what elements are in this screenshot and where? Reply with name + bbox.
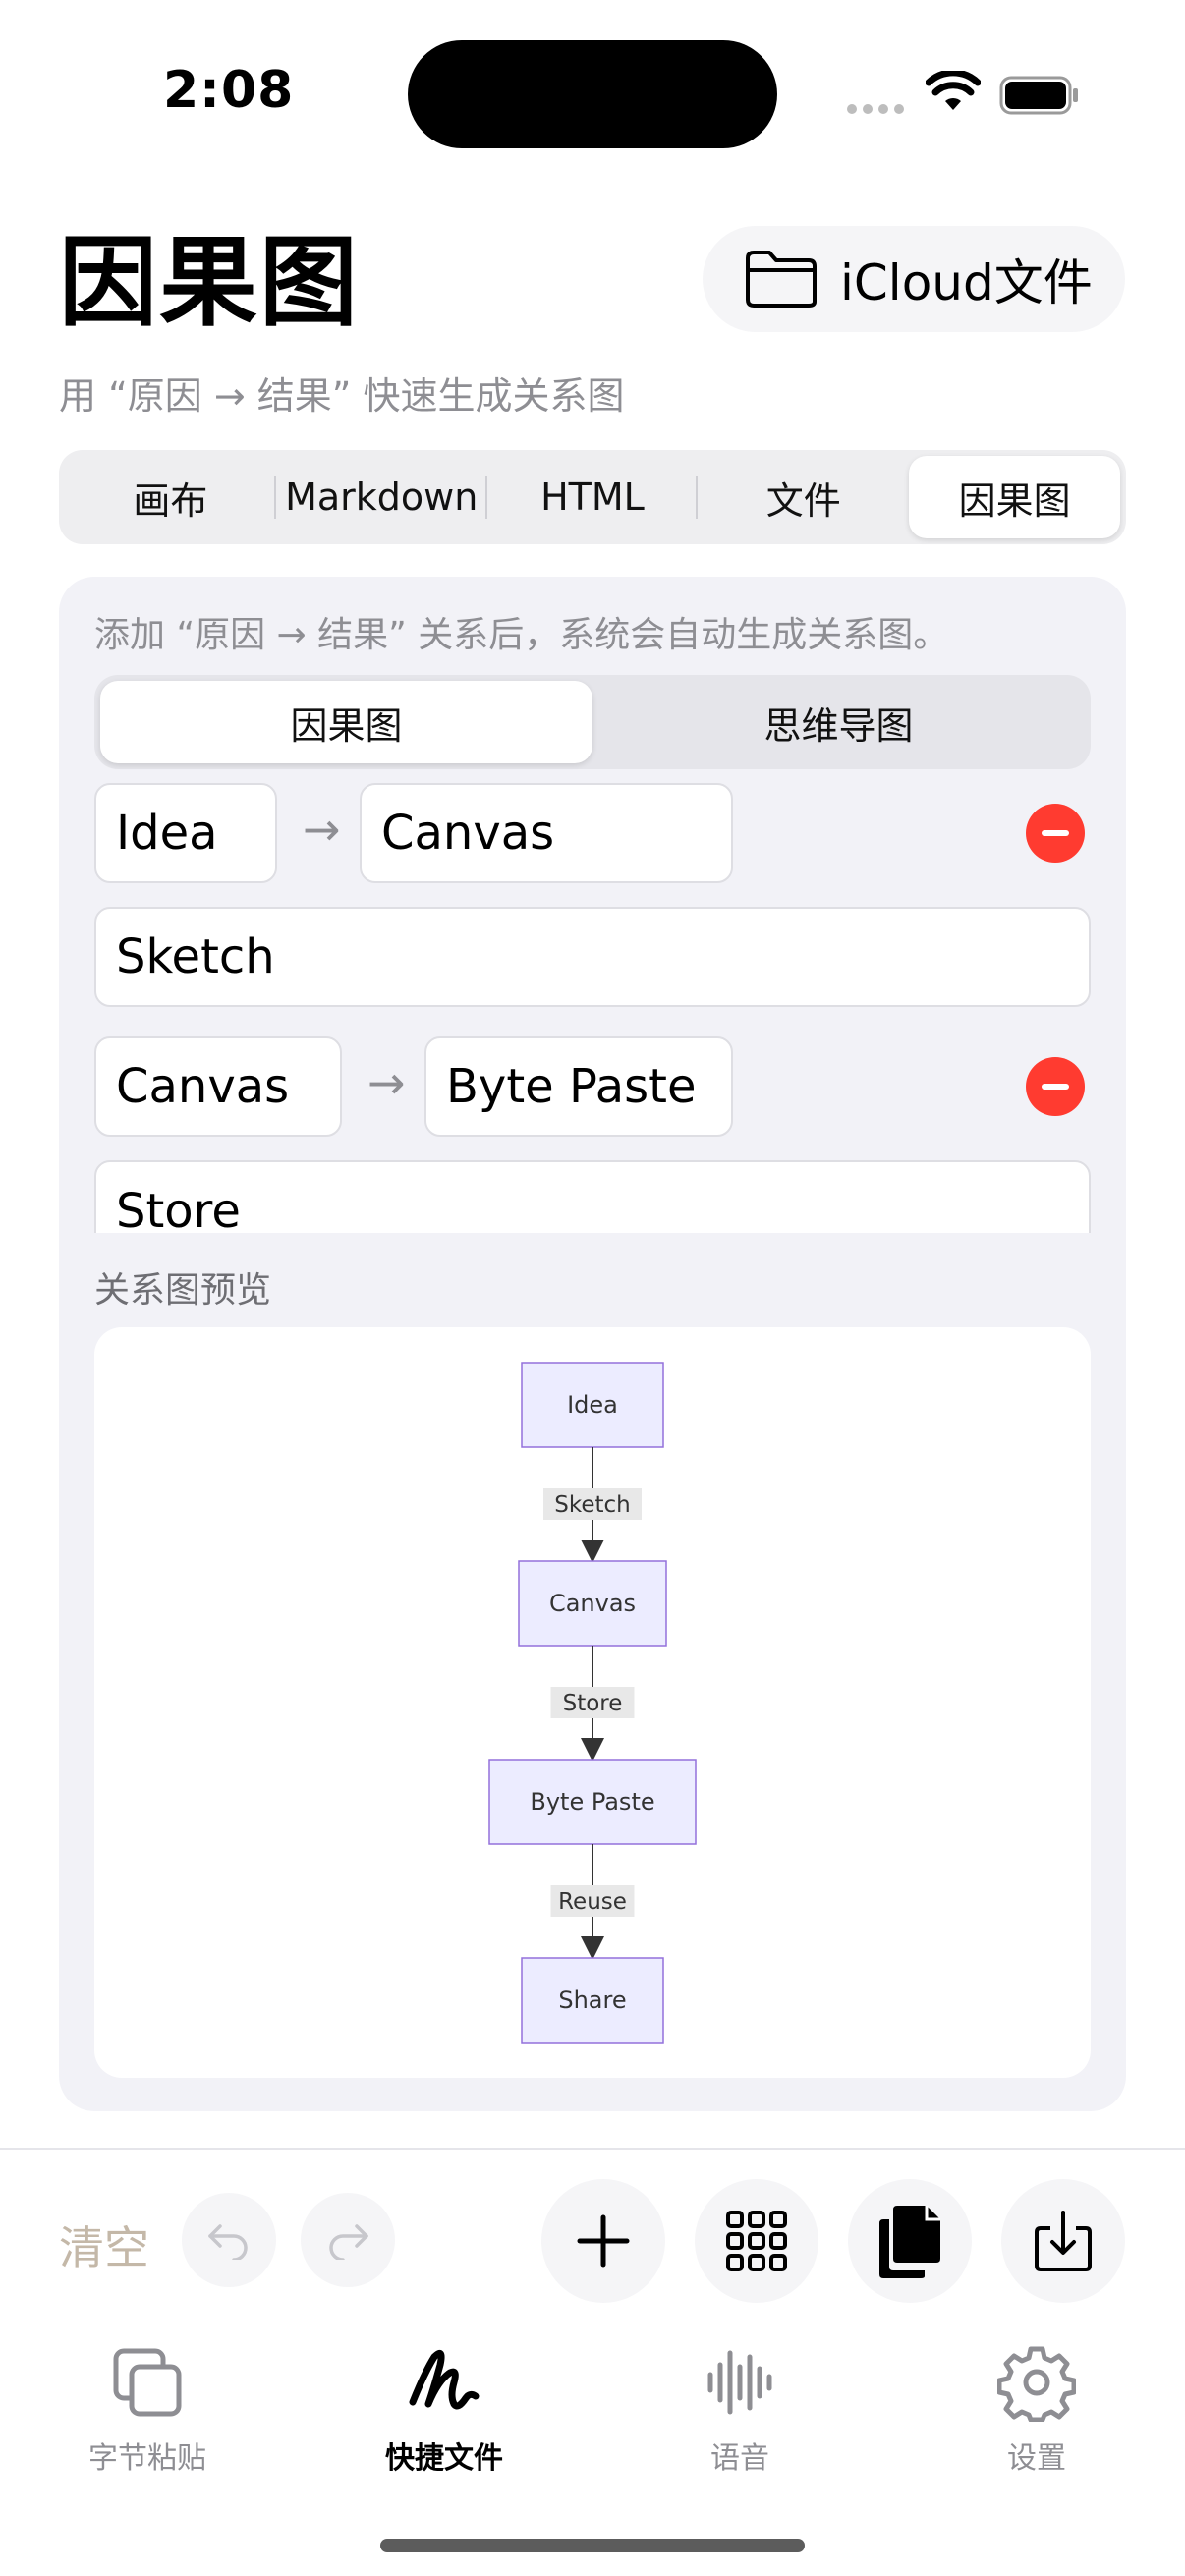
wifi-icon — [926, 71, 981, 110]
folder-icon — [746, 251, 817, 308]
tabbar-label: 语音 — [710, 2441, 769, 2476]
icloud-files-label: iCloud文件 — [840, 254, 1093, 311]
battery-icon — [999, 76, 1078, 115]
diagram-edge-label: Store — [563, 1691, 623, 1716]
effect-field[interactable]: Canvas — [360, 783, 733, 883]
effect-field[interactable]: Byte Paste — [424, 1036, 733, 1137]
undo-button[interactable] — [182, 2193, 276, 2287]
remove-relation-button[interactable] — [1026, 804, 1085, 863]
relation-label-field[interactable]: Store — [94, 1160, 1091, 1233]
toolbar-divider — [0, 2148, 1185, 2150]
mode-tabs: 画布 Markdown HTML 文件 因果图 — [59, 450, 1126, 544]
icloud-files-button[interactable]: iCloud文件 — [703, 226, 1125, 332]
arrow-right-icon: → — [367, 1056, 406, 1109]
segment-cause-effect[interactable]: 因果图 — [100, 681, 592, 763]
page-subtitle: 用 “原因 → 结果” 快速生成关系图 — [59, 374, 625, 418]
diagram-edge-label: Sketch — [554, 1492, 631, 1518]
add-relation-button[interactable] — [541, 2179, 665, 2303]
editor-hint: 添加 “原因 → 结果” 关系后，系统会自动生成关系图。 — [94, 615, 949, 655]
tabbar-label: 字节粘贴 — [88, 2441, 206, 2476]
download-icon — [1035, 2211, 1092, 2271]
tabbar-settings[interactable]: 设置 — [938, 2343, 1135, 2477]
tabbar-byte-paste[interactable]: 字节粘贴 — [49, 2343, 246, 2477]
page-title: 因果图 — [59, 225, 360, 340]
tab-files[interactable]: 文件 — [698, 456, 909, 538]
cause-field[interactable]: Idea — [94, 783, 277, 883]
plus-icon — [577, 2214, 630, 2268]
relations-list[interactable]: Idea → Canvas Sketch Canvas → Byte Paste… — [59, 783, 1126, 1233]
tabbar-quick-files[interactable]: 快捷文件 — [346, 2343, 542, 2477]
tab-html[interactable]: HTML — [487, 456, 699, 538]
status-time: 2:08 — [163, 61, 295, 120]
tab-cause-effect[interactable]: 因果图 — [909, 456, 1120, 538]
arrow-right-icon: → — [303, 803, 341, 856]
tab-canvas[interactable]: 画布 — [65, 456, 276, 538]
segment-mind-map[interactable]: 思维导图 — [592, 681, 1085, 763]
clear-button[interactable]: 清空 — [59, 2212, 149, 2277]
copy-icon — [879, 2206, 940, 2278]
diagram-node-label: Idea — [567, 1391, 618, 1419]
relation-label-field[interactable]: Sketch — [94, 907, 1091, 1007]
copy-button[interactable] — [848, 2179, 972, 2303]
home-indicator — [380, 2539, 805, 2552]
status-bar: 2:08 — [0, 0, 1185, 196]
cause-field[interactable]: Canvas — [94, 1036, 342, 1137]
cellular-signal-icon — [847, 104, 904, 114]
preview-label: 关系图预览 — [94, 1270, 272, 1311]
export-button[interactable] — [1001, 2179, 1125, 2303]
editor-card: 添加 “原因 → 结果” 关系后，系统会自动生成关系图。 因果图 思维导图 Id… — [59, 577, 1126, 2111]
copy-squares-icon — [113, 2348, 182, 2417]
scribble-icon — [409, 2349, 480, 2410]
remove-relation-button[interactable] — [1026, 1057, 1085, 1116]
diagram-edge-label: Reuse — [558, 1889, 627, 1915]
diagram-preview[interactable]: Idea Sketch Canvas Store Byte Paste Reuse Shar… — [94, 1327, 1091, 2078]
redo-icon — [329, 2224, 368, 2260]
diagram-node-label: Canvas — [549, 1590, 636, 1617]
dynamic-island — [408, 40, 777, 148]
tabbar-label: 快捷文件 — [385, 2441, 503, 2476]
diagram-type-switch: 因果图 思维导图 — [94, 675, 1091, 769]
diagram-node-label: Share — [558, 1987, 626, 2014]
redo-button[interactable] — [301, 2193, 395, 2287]
grid-icon — [726, 2211, 787, 2271]
templates-button[interactable] — [695, 2179, 818, 2303]
tabbar-label: 设置 — [1007, 2441, 1066, 2476]
diagram-node-label: Byte Paste — [530, 1788, 654, 1816]
tab-markdown[interactable]: Markdown — [276, 456, 487, 538]
waveform-icon — [707, 2350, 772, 2415]
gear-icon — [997, 2346, 1076, 2422]
undo-icon — [208, 2224, 248, 2260]
tabbar-voice[interactable]: 语音 — [642, 2343, 838, 2477]
cause-effect-diagram: Idea Sketch Canvas Store Byte Paste Reuse Shar… — [488, 1362, 697, 2044]
